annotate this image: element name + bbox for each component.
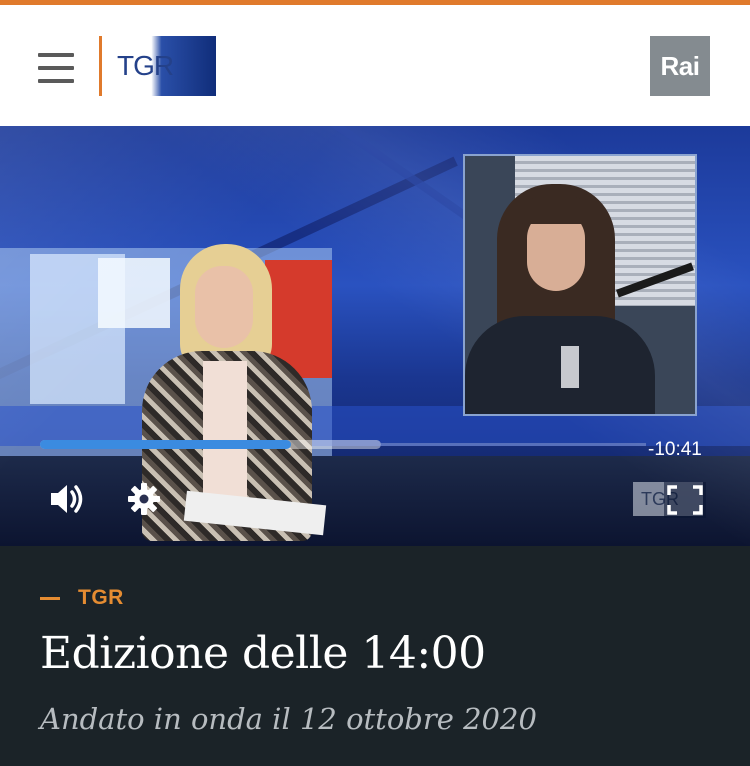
air-date: Andato in onda il 12 ottobre 2020 xyxy=(40,702,537,736)
gear-icon xyxy=(128,483,160,515)
guest-collar xyxy=(561,346,579,388)
progress-bar[interactable] xyxy=(40,440,381,449)
progress-fill xyxy=(40,440,291,449)
guest-inset-window xyxy=(463,154,697,416)
tgr-logo-text: TGR xyxy=(117,50,174,81)
program-title: Edizione delle 14:00 xyxy=(40,628,486,679)
anchor-shirt xyxy=(203,361,247,511)
tgr-logo[interactable]: TGR xyxy=(115,36,216,96)
fullscreen-icon xyxy=(664,482,706,518)
anchor-face xyxy=(195,266,253,348)
kicker-label: TGR xyxy=(78,586,124,609)
video-player[interactable]: TGR -10:41 xyxy=(0,126,750,546)
progress-buffer-track xyxy=(381,443,646,446)
time-remaining: -10:41 xyxy=(648,439,702,460)
hamburger-line xyxy=(38,79,74,83)
fullscreen-button[interactable] xyxy=(664,482,706,518)
site-header: TGR Rai xyxy=(0,5,750,126)
rai-logo[interactable]: Rai xyxy=(650,36,710,96)
guest-bangs xyxy=(520,196,592,224)
hamburger-line xyxy=(38,53,74,57)
hamburger-menu-icon[interactable] xyxy=(38,53,78,85)
program-info: TGR Edizione delle 14:00 Andato in onda … xyxy=(0,546,750,766)
hamburger-line xyxy=(38,66,74,70)
settings-button[interactable] xyxy=(125,480,163,518)
kicker-dash xyxy=(40,596,60,600)
program-kicker[interactable]: TGR xyxy=(40,586,124,610)
volume-button[interactable] xyxy=(48,480,88,518)
guest-body xyxy=(465,316,655,414)
brand-divider xyxy=(99,36,102,96)
volume-icon xyxy=(51,485,83,513)
